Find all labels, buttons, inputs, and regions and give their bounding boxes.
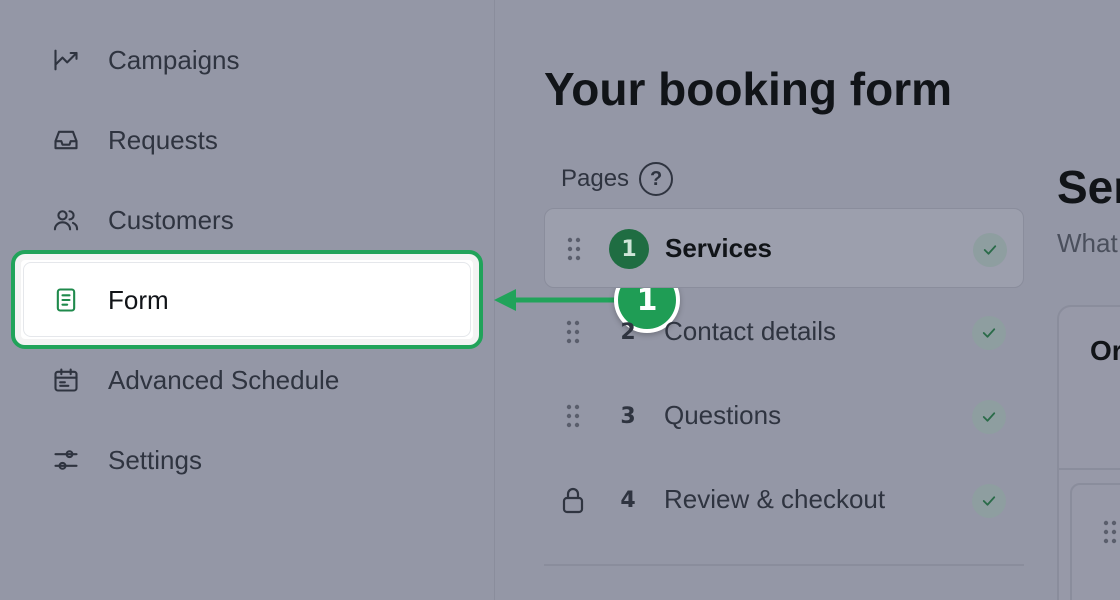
page-label: Questions (664, 400, 782, 430)
page-number: 2 (620, 319, 636, 345)
page-number: 3 (620, 403, 636, 429)
check-icon (972, 400, 1006, 434)
card-divider (1058, 468, 1120, 470)
page-label: Review & checkout (664, 484, 886, 514)
card-title: Or (1090, 335, 1120, 366)
sidebar-item-label: Requests (108, 124, 218, 155)
page-row-services[interactable]: 1 Services (544, 208, 1024, 288)
check-icon (973, 233, 1007, 267)
calendar-icon (50, 364, 82, 396)
pages-divider (544, 564, 1024, 566)
sidebar-item-form[interactable]: Form (50, 280, 169, 320)
sidebar-item-label: Advanced Schedule (108, 364, 340, 395)
section-subtitle: What (1057, 228, 1118, 258)
inbox-icon (50, 124, 82, 156)
sidebar-item-label: Campaigns (108, 44, 240, 75)
sidebar-item-requests[interactable]: Requests (50, 120, 218, 160)
page-title: Your booking form (544, 63, 953, 115)
sidebar-item-advanced-schedule[interactable]: Advanced Schedule (50, 360, 339, 400)
pages-label: Pages (561, 165, 630, 192)
page-row-review-checkout[interactable]: 4 Review & checkout (544, 460, 1024, 540)
page-row-contact-details[interactable]: 2 Contact details (544, 292, 1024, 372)
page-row-questions[interactable]: 3 Questions (544, 376, 1024, 456)
form-item-card (23, 262, 471, 337)
sidebar-item-campaigns[interactable]: Campaigns (50, 40, 240, 80)
drag-handle-icon[interactable] (566, 320, 580, 344)
page-number: 4 (620, 487, 636, 513)
sidebar-item-customers[interactable]: Customers (50, 200, 234, 240)
sidebar-item-label: Settings (108, 444, 202, 475)
sidebar-item-label: Form (108, 284, 169, 315)
trend-chart-icon (50, 44, 82, 76)
page-label: Services (665, 233, 772, 263)
check-icon (972, 316, 1006, 350)
pages-header: Pages ? (561, 162, 674, 196)
page-label: Contact details (664, 316, 836, 346)
section-title: Ser (1057, 161, 1120, 213)
sidebar-item-label: Customers (108, 204, 234, 235)
sliders-icon (50, 444, 82, 476)
users-icon (50, 204, 82, 236)
app-screen: Campaigns Requests Customers Form Advanc… (0, 0, 1120, 600)
drag-handle-icon[interactable] (567, 237, 581, 261)
lock-icon (561, 486, 585, 514)
drag-handle-icon[interactable] (1103, 520, 1117, 544)
form-document-icon (50, 284, 82, 316)
help-icon[interactable]: ? (639, 162, 674, 196)
check-icon (972, 484, 1006, 518)
page-number-badge: 1 (609, 229, 649, 269)
sidebar-item-settings[interactable]: Settings (50, 440, 202, 480)
drag-handle-icon[interactable] (566, 404, 580, 428)
